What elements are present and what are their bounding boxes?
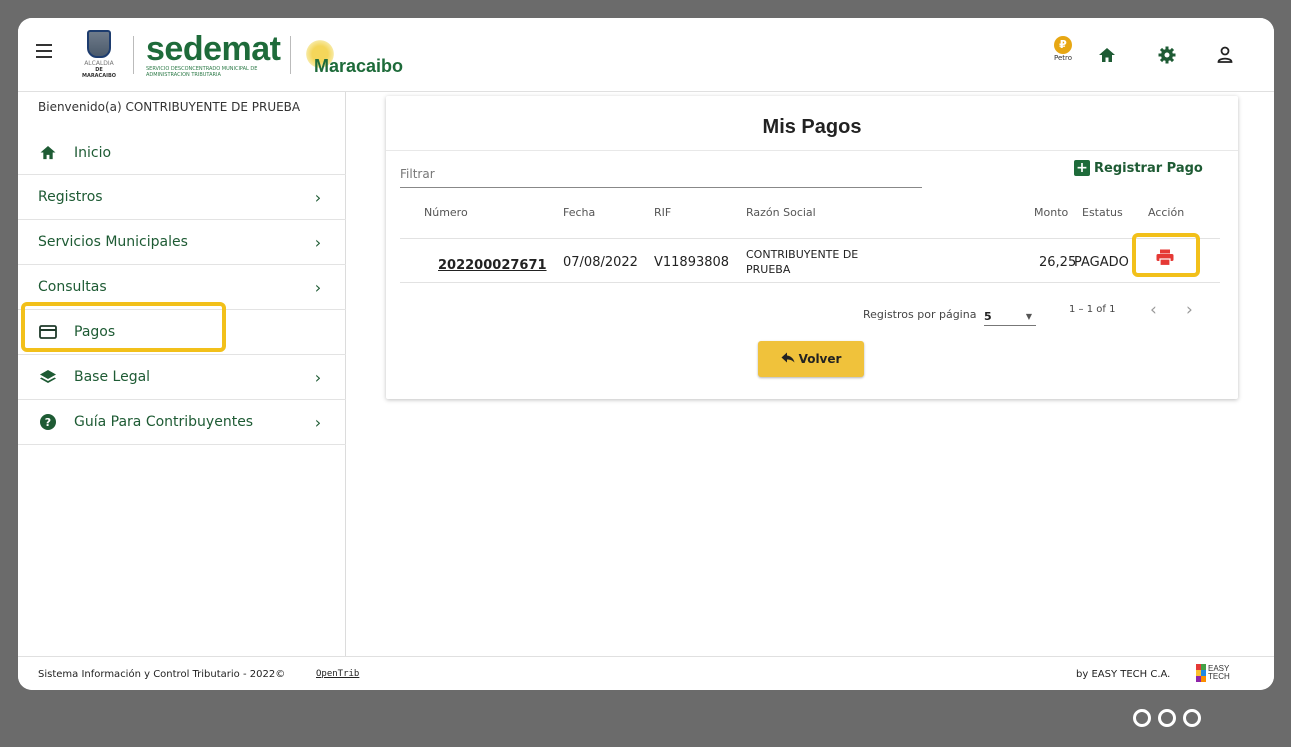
sidebar-item-guia[interactable]: ? Guía Para Contribuyentes › — [18, 400, 346, 445]
sidebar-item-base-legal[interactable]: Base Legal › — [18, 355, 346, 400]
menu-icon[interactable] — [36, 44, 52, 58]
settings-icon[interactable] — [1154, 42, 1180, 68]
footer-company: by EASY TECH C.A. — [1076, 669, 1171, 680]
petro-icon[interactable]: ₽ Petro — [1048, 36, 1078, 72]
petro-label: Petro — [1053, 54, 1073, 62]
logo-text-line: TECH — [1208, 672, 1230, 681]
page-title: Mis Pagos — [762, 116, 862, 138]
payment-rif: V11893808 — [654, 255, 730, 270]
sidebar-item-label: Inicio — [74, 144, 112, 161]
svg-text:?: ? — [45, 416, 51, 429]
welcome-text: Bienvenido(a) CONTRIBUYENTE DE PRUEBA — [38, 100, 301, 114]
payment-razon-social: CONTRIBUYENTE DE PRUEBA — [746, 247, 858, 277]
sidebar-item-servicios-municipales[interactable]: Servicios Municipales › — [18, 220, 346, 265]
column-header-fecha[interactable]: Fecha — [563, 206, 595, 219]
registrar-pago-button[interactable]: + Registrar Pago — [1074, 160, 1203, 176]
pager-range: 1 – 1 of 1 — [1069, 304, 1116, 315]
registrar-pago-label: Registrar Pago — [1094, 160, 1203, 176]
chevron-right-icon: › — [314, 187, 322, 207]
header-divider — [133, 36, 134, 74]
crest-shield-icon — [87, 30, 111, 58]
per-page-select[interactable]: 5 ▼ — [984, 310, 1036, 326]
column-header-numero[interactable]: Número — [424, 206, 468, 219]
sidebar-item-label: Base Legal — [74, 369, 151, 385]
print-highlight-box — [1132, 233, 1200, 277]
layers-icon — [38, 369, 58, 385]
home-icon[interactable] — [1094, 42, 1120, 68]
sidebar-item-inicio[interactable]: Inicio — [18, 131, 346, 175]
app-window: ALCALDIA DE MARACAIBO sedemat SERVICIO D… — [18, 18, 1274, 690]
chevron-right-icon: › — [314, 232, 322, 252]
sidebar-item-label: Guía Para Contribuyentes — [74, 414, 254, 430]
per-page-value: 5 — [984, 310, 992, 323]
easytech-logo-icon — [1196, 664, 1206, 682]
sidebar-item-label: Servicios Municipales — [38, 234, 188, 250]
per-page-label: Registros por página — [863, 308, 977, 321]
carousel-dot[interactable] — [1183, 709, 1201, 727]
chevron-right-icon: › — [314, 412, 322, 432]
table-divider — [400, 238, 1220, 239]
crest-caption-sub: DE MARACAIBO — [81, 67, 117, 79]
sidebar-item-label: Registros — [38, 189, 103, 205]
sidebar: Bienvenido(a) CONTRIBUYENTE DE PRUEBA In… — [18, 92, 346, 656]
plus-icon: + — [1074, 160, 1090, 176]
reply-arrow-icon — [781, 352, 795, 366]
sidebar-item-label: Consultas — [38, 279, 107, 295]
footer: Sistema Información y Control Tributario… — [18, 656, 1274, 690]
chevron-right-icon: › — [314, 367, 322, 387]
user-icon[interactable] — [1212, 42, 1238, 68]
sedemat-logo: sedemat SERVICIO DESCONCENTRADO MUNICIPA… — [146, 30, 281, 78]
filter-input[interactable]: Filtrar — [400, 162, 922, 188]
dropdown-arrow-icon: ▼ — [1025, 312, 1032, 321]
mis-pagos-card: Mis Pagos Filtrar + Registrar Pago Númer… — [386, 96, 1238, 399]
home-icon — [38, 145, 58, 160]
payment-number-link[interactable]: 202200027671 — [438, 258, 547, 273]
prev-page-icon[interactable]: ‹ — [1150, 300, 1157, 320]
top-header: ALCALDIA DE MARACAIBO sedemat SERVICIO D… — [18, 18, 1274, 92]
column-header-monto[interactable]: Monto — [1034, 206, 1068, 219]
city-name: Maracaibo — [314, 56, 404, 76]
column-header-razon-social[interactable]: Razón Social — [746, 206, 816, 219]
volver-label: Volver — [798, 352, 842, 366]
volver-button[interactable]: Volver — [758, 341, 864, 377]
column-header-rif[interactable]: RIF — [654, 206, 671, 219]
easytech-logo-text: EASY TECH — [1208, 665, 1230, 681]
column-header-accion: Acción — [1148, 206, 1185, 219]
alcaldia-crest: ALCALDIA DE MARACAIBO — [78, 30, 120, 80]
carousel-dot[interactable] — [1133, 709, 1151, 727]
column-header-estatus[interactable]: Estatus — [1082, 206, 1123, 219]
payment-amount: 26,25 — [1039, 255, 1077, 270]
next-page-icon[interactable]: › — [1186, 300, 1193, 320]
crest-caption: ALCALDIA — [84, 60, 114, 67]
header-divider — [290, 36, 291, 74]
status-badge: PAGADO — [1074, 255, 1129, 270]
table-divider — [400, 282, 1220, 283]
brand-name: sedemat — [146, 30, 281, 68]
chevron-right-icon: › — [314, 277, 322, 297]
brand-subtitle: SERVICIO DESCONCENTRADO MUNICIPAL DE ADM… — [146, 66, 258, 78]
payment-date: 07/08/2022 — [563, 255, 638, 270]
footer-copyright: Sistema Información y Control Tributario… — [38, 669, 286, 680]
razon-social-line: PRUEBA — [746, 263, 791, 276]
divider — [386, 150, 1238, 151]
carousel-dot[interactable] — [1158, 709, 1176, 727]
easytech-logo: EASY TECH — [1196, 664, 1230, 682]
opentrib-link[interactable]: OpenTrib — [316, 669, 359, 679]
petro-coin: ₽ — [1054, 36, 1072, 54]
carousel-dots — [1133, 709, 1201, 727]
razon-social-line: CONTRIBUYENTE DE — [746, 248, 859, 261]
help-icon: ? — [38, 413, 58, 431]
sidebar-item-registros[interactable]: Registros › — [18, 175, 346, 220]
pagos-highlight-box — [21, 302, 226, 352]
